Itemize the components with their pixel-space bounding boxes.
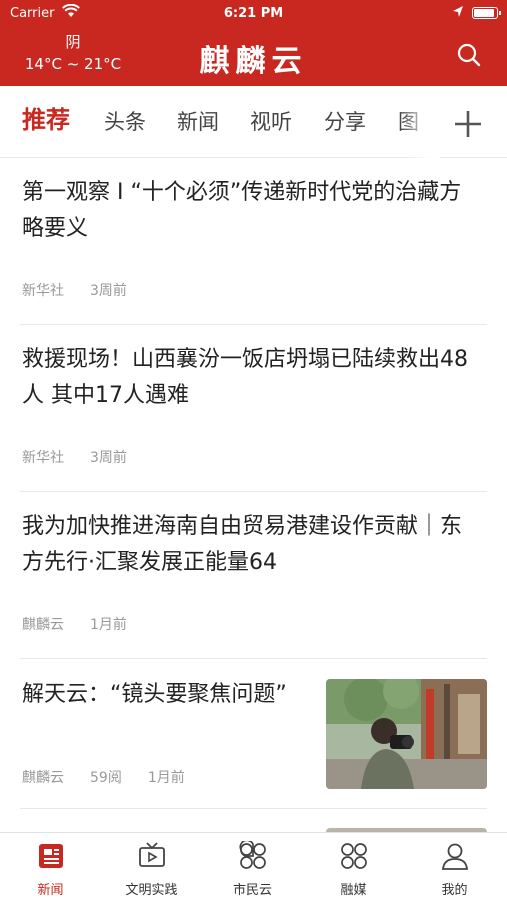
nav-label: 市民云 — [232, 883, 272, 898]
nav-label: 文明实践 — [125, 883, 178, 898]
battery-icon — [472, 7, 501, 19]
news-title: 救援现场！山西襄汾一饭店坍塌已陆续救出48人 其中17人遇难 — [22, 347, 468, 408]
nav-label: 融媒 — [340, 883, 367, 898]
person-icon — [442, 843, 468, 870]
news-item[interactable]: 解天云：“镜头要聚焦问题” 麒麟云 59阅 1月前 — [20, 659, 487, 809]
nav-label: 我的 — [441, 883, 468, 898]
news-thumbnail — [326, 679, 487, 789]
news-feed: 第一观察 I “十个必须”传递新时代党的治藏方略要义 新华社 3周前 救援现场！山… — [0, 158, 507, 809]
app-header: Carrier 6:21 PM 阴 14°C ~ 21°C 麒麟云 — [0, 0, 507, 86]
news-title: 我为加快推进海南自由贸易港建设作贡献｜东方先行·汇聚发展正能量64 — [22, 514, 463, 575]
status-bar: Carrier 6:21 PM — [0, 0, 507, 26]
news-meta: 新华社 3周前 — [22, 447, 153, 467]
channel-tabs: 推荐 头条 新闻 视听 分享 图 — [0, 86, 507, 158]
grid-icon — [239, 841, 266, 869]
news-source: 新华社 — [22, 450, 64, 466]
tab-scroll-fade — [400, 86, 440, 158]
news-source: 麒麟云 — [22, 770, 64, 786]
news-meta: 麒麟云 1月前 — [22, 614, 153, 634]
news-title: 第一观察 I “十个必须”传递新时代党的治藏方略要义 — [22, 180, 462, 241]
news-time: 3周前 — [90, 450, 127, 466]
news-item[interactable]: 救援现场！山西襄汾一饭店坍塌已陆续救出48人 其中17人遇难 新华社 3周前 — [20, 325, 487, 492]
nav-news[interactable]: 新闻 — [0, 833, 101, 900]
nav-profile[interactable]: 我的 — [404, 833, 505, 900]
tab-audiovisual[interactable]: 视听 — [250, 108, 292, 136]
news-icon — [39, 844, 63, 868]
plus-icon[interactable] — [448, 104, 488, 144]
news-meta: 新华社 3周前 — [22, 280, 153, 300]
news-source: 麒麟云 — [22, 617, 64, 633]
tab-headlines[interactable]: 头条 — [104, 108, 146, 136]
tab-news[interactable]: 新闻 — [177, 108, 219, 136]
news-time: 3周前 — [90, 283, 127, 299]
news-source: 新华社 — [22, 283, 64, 299]
news-reads: 59阅 — [90, 770, 122, 786]
search-icon[interactable] — [456, 42, 482, 68]
nav-citizen-cloud[interactable]: 市民云 — [202, 833, 303, 900]
tv-icon — [139, 842, 165, 867]
news-time: 1月前 — [147, 770, 185, 786]
bottom-tab-bar: 新闻 文明实践 市民云 融媒 我的 — [0, 832, 507, 900]
app-screen: Carrier 6:21 PM 阴 14°C ~ 21°C 麒麟云 推荐 头条 … — [0, 0, 507, 900]
app-logo: 麒麟云 — [199, 44, 308, 79]
news-item[interactable]: 我为加快推进海南自由贸易港建设作贡献｜东方先行·汇聚发展正能量64 麒麟云 1月前 — [20, 492, 487, 659]
status-time: 6:21 PM — [223, 6, 284, 21]
news-meta: 麒麟云 59阅 1月前 — [22, 767, 211, 787]
news-time: 1月前 — [90, 617, 127, 633]
news-item[interactable]: 第一观察 I “十个必须”传递新时代党的治藏方略要义 新华社 3周前 — [20, 158, 487, 325]
grid-icon — [341, 843, 367, 869]
tab-share[interactable]: 分享 — [324, 108, 366, 136]
nav-label: 新闻 — [37, 883, 64, 898]
nav-media[interactable]: 融媒 — [303, 833, 404, 900]
news-title: 解天云：“镜头要聚焦问题” — [22, 682, 287, 707]
location-arrow-icon — [453, 6, 463, 17]
nav-civilization-practice[interactable]: 文明实践 — [101, 833, 202, 900]
tab-recommend[interactable]: 推荐 — [22, 106, 70, 134]
